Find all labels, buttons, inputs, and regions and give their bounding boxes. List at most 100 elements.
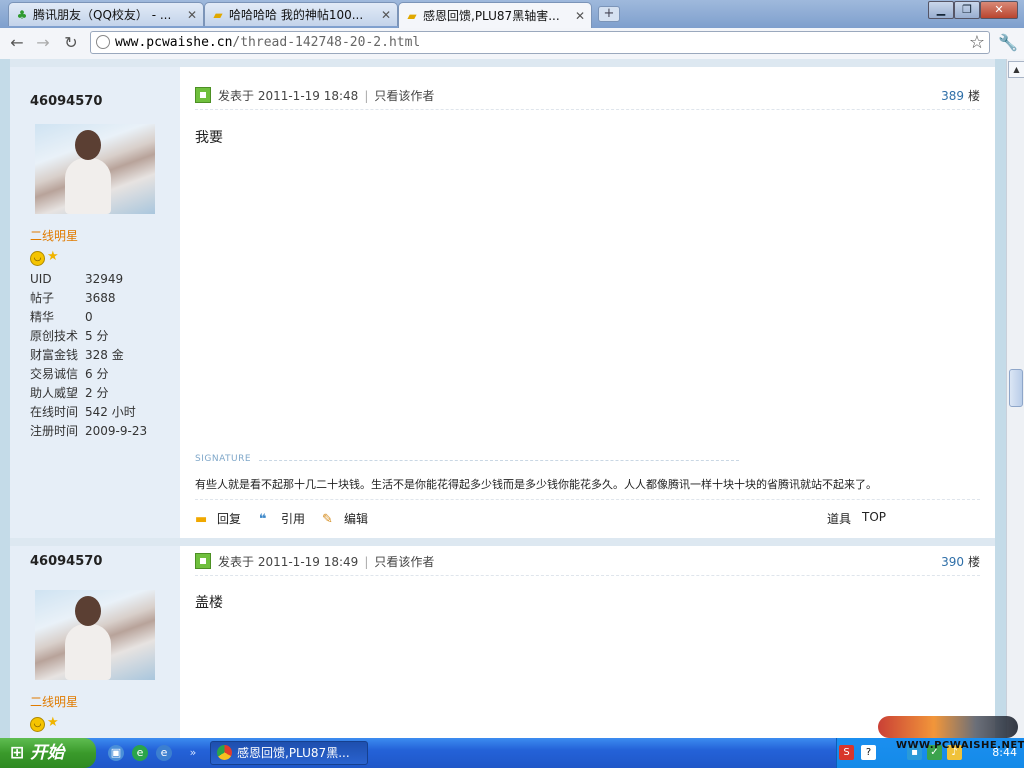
post-main: 发表于 2011-1-19 18:49 | 只看该作者 390 楼 盖楼: [195, 546, 980, 738]
smiley-medal-icon: ◡: [30, 251, 45, 266]
address-bar[interactable]: www.pcwaishe.cn/thread-142748-20-2.html …: [90, 31, 990, 54]
page-scrollbar[interactable]: ▲: [1006, 59, 1024, 738]
tab-active-thread[interactable]: ▰ 感恩回馈,PLU87黑轴害... ✕: [398, 2, 592, 28]
top-link[interactable]: TOP: [862, 510, 886, 524]
floor-unit: 楼: [967, 555, 980, 569]
url-text[interactable]: www.pcwaishe.cn/thread-142748-20-2.html: [115, 35, 420, 50]
avatar[interactable]: [35, 124, 155, 214]
author-stats: UID 32949 帖子 3688 精华 0 原创技术 5 分 财富金钱 328 金 交易…: [30, 270, 147, 441]
star-medal-icon: ★: [47, 715, 59, 730]
trophy-icon: ▰: [213, 7, 223, 22]
stat-digest: 精华 0: [30, 310, 93, 324]
minimize-button[interactable]: ▁: [928, 1, 954, 19]
quote-icon: ❝: [259, 512, 267, 527]
post-time: 发表于 2011-1-19 18:49: [218, 555, 359, 569]
post-meta: 发表于 2011-1-19 18:48 | 只看该作者: [218, 89, 435, 103]
stat-online: 在线时间 542 小时: [30, 405, 136, 419]
post-content: 盖楼: [195, 595, 223, 611]
close-tab-icon[interactable]: ✕: [575, 9, 585, 23]
signature-divider: [259, 460, 739, 461]
tools-link[interactable]: 道具: [827, 510, 851, 527]
reload-button[interactable]: ↻: [62, 34, 80, 52]
help-icon[interactable]: ?: [861, 745, 876, 760]
browser-toolbar: ← → ↻ www.pcwaishe.cn/thread-142748-20-2…: [0, 28, 1024, 60]
tab-title: 腾讯朋友（QQ校友） - ...: [33, 8, 172, 22]
post-header: 发表于 2011-1-19 18:49 | 只看该作者 390 楼: [195, 553, 980, 576]
floor-num[interactable]: 389: [941, 89, 964, 103]
windows-flag-icon: ⊞: [10, 743, 25, 763]
edit-button[interactable]: ✎ 编辑: [322, 510, 368, 527]
quicklaunch-more-icon[interactable]: »: [188, 745, 198, 761]
close-tab-icon[interactable]: ✕: [187, 8, 197, 22]
page-viewport: 46094570 二线明星 ◡ ★ UID 32949 帖子 3688 精华 0 原创技…: [0, 59, 1024, 738]
globe-icon: [96, 35, 110, 49]
trophy-icon: ▰: [407, 8, 417, 23]
post-meta: 发表于 2011-1-19 18:49 | 只看该作者: [218, 555, 435, 569]
tab-haha-post[interactable]: ▰ 哈哈哈哈 我的神帖100... ✕: [204, 2, 398, 26]
thread-content: 46094570 二线明星 ◡ ★ UID 32949 帖子 3688 精华 0 原创技…: [10, 59, 995, 738]
post-390: 46094570 二线明星 ◡ ★ 发表于 2011-1-19 18:49 | 只看该…: [10, 546, 995, 738]
restore-button[interactable]: ❐: [954, 1, 980, 19]
stat-posts: 帖子 3688: [30, 291, 116, 305]
star-medal-icon: ★: [47, 249, 59, 264]
sogou-ime-icon[interactable]: S: [839, 745, 854, 760]
post-divider: [10, 59, 995, 67]
bookmark-star-icon[interactable]: ☆: [969, 32, 985, 53]
clover-icon: ♣: [16, 7, 28, 22]
stat-prestige: 助人威望 2 分: [30, 386, 109, 400]
start-button[interactable]: ⊞ 开始: [0, 738, 96, 768]
reply-button[interactable]: ▬ 回复: [195, 510, 241, 527]
floor-num[interactable]: 390: [941, 555, 964, 569]
stat-trust: 交易诚信 6 分: [30, 367, 109, 381]
post-header: 发表于 2011-1-19 18:48 | 只看该作者 389 楼: [195, 87, 980, 110]
post-icon: [195, 553, 211, 569]
only-author-link[interactable]: 只看该作者: [374, 89, 434, 103]
forward-button[interactable]: →: [34, 34, 52, 52]
post-time: 发表于 2011-1-19 18:48: [218, 89, 359, 103]
author-sidebar: 46094570 二线明星 ◡ ★: [10, 546, 180, 738]
stat-tech: 原创技术 5 分: [30, 329, 109, 343]
pencil-icon: ✎: [322, 512, 333, 527]
floor-number: 390 楼: [941, 553, 980, 570]
signature-text: 有些人就是看不起那十几二十块钱。生活不是你能花得起多少钱而是多少钱你能花多久。人…: [195, 478, 877, 491]
show-desktop-icon[interactable]: ▣: [108, 745, 124, 761]
close-window-button[interactable]: ✕: [980, 1, 1018, 19]
pcwaishe-watermark: WWW.PCWAISHE.NET: [878, 700, 1024, 752]
ie-quicklaunch-icon[interactable]: e: [156, 745, 172, 761]
stt-logo: [878, 716, 1018, 738]
windows-taskbar: ⊞ 开始 ▣ e e » 感恩回馈,PLU87黑... S ? ▪ ✓ ♪ 8:4…: [0, 738, 1024, 768]
wrench-menu-icon[interactable]: 🔧: [998, 33, 1018, 52]
taskbar-item-browser[interactable]: 感恩回馈,PLU87黑...: [210, 741, 368, 765]
browser-tab-strip: ♣ 腾讯朋友（QQ校友） - ... ✕ ▰ 哈哈哈哈 我的神帖100... ✕…: [0, 0, 1024, 28]
speech-bubble-icon: ▬: [195, 512, 208, 527]
tab-title: 哈哈哈哈 我的神帖100...: [229, 8, 364, 22]
author-rank: 二线明星: [30, 695, 79, 709]
post-icon: [195, 87, 211, 103]
signature-label: SIGNATURE: [195, 454, 252, 464]
stat-uid: UID 32949: [30, 272, 124, 286]
scroll-up-arrow-icon[interactable]: ▲: [1008, 61, 1024, 78]
smiley-medal-icon: ◡: [30, 717, 45, 732]
stat-registered: 注册时间 2009-9-23: [30, 424, 148, 438]
post-divider: [10, 538, 995, 546]
scrollbar-thumb[interactable]: [1009, 369, 1023, 407]
floor-number: 389 楼: [941, 87, 980, 104]
back-button[interactable]: ←: [8, 34, 26, 52]
post-actions: ▬ 回复 ❝ 引用 ✎ 编辑 道具 TOP: [195, 499, 980, 530]
tab-qq-friends[interactable]: ♣ 腾讯朋友（QQ校友） - ... ✕: [8, 2, 204, 26]
author-name[interactable]: 46094570: [30, 554, 102, 569]
post-main: 发表于 2011-1-19 18:48 | 只看该作者 389 楼 我要 SIGNAT…: [195, 67, 980, 538]
browser-quicklaunch-icon[interactable]: e: [132, 745, 148, 761]
only-author-link[interactable]: 只看该作者: [374, 555, 434, 569]
quote-button[interactable]: ❝ 引用: [259, 510, 305, 527]
author-name[interactable]: 46094570: [30, 94, 102, 109]
close-tab-icon[interactable]: ✕: [381, 8, 391, 22]
author-rank: 二线明星: [30, 229, 79, 243]
author-sidebar: 46094570 二线明星 ◡ ★ UID 32949 帖子 3688 精华 0 原创技…: [10, 67, 180, 538]
avatar[interactable]: [35, 590, 155, 680]
new-tab-button[interactable]: +: [598, 6, 620, 22]
floor-unit: 楼: [967, 89, 980, 103]
stat-money: 财富金钱 328 金: [30, 348, 124, 362]
medals: ◡ ★: [30, 249, 59, 266]
post-389: 46094570 二线明星 ◡ ★ UID 32949 帖子 3688 精华 0 原创技…: [10, 67, 995, 538]
